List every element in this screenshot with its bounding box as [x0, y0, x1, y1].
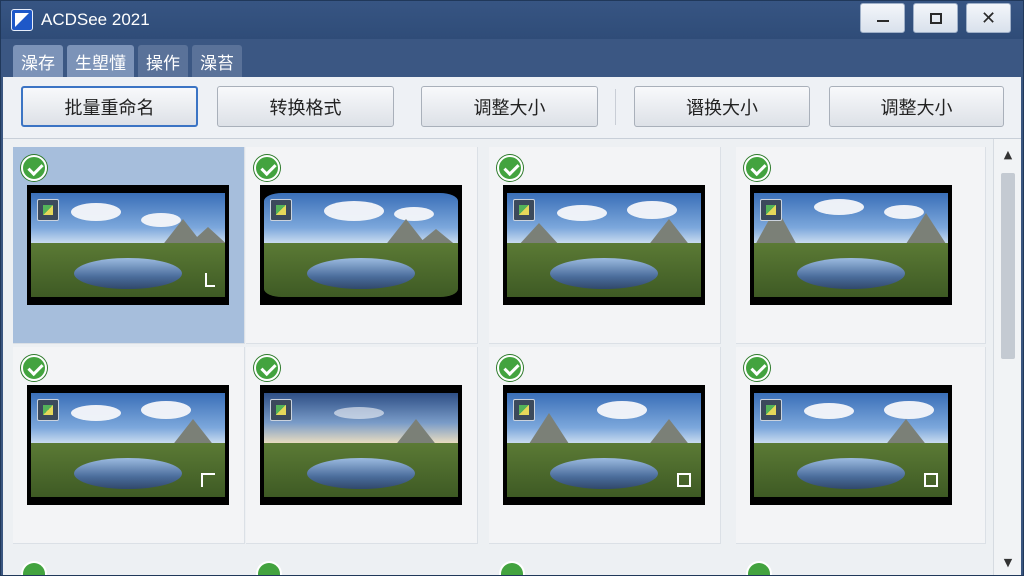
- toolbar: 批量重命名 转换格式 调整大小 谮换大小 调整大小: [3, 77, 1021, 139]
- thumbnail-image[interactable]: [260, 185, 462, 305]
- thumbnail-image[interactable]: [27, 385, 229, 505]
- thumbnail-image[interactable]: [27, 185, 229, 305]
- thumbnail-cell[interactable]: [246, 347, 478, 544]
- document-badge-icon: [760, 399, 782, 421]
- toolbar-separator: [615, 89, 616, 125]
- minimize-button[interactable]: [860, 3, 905, 33]
- cloud: [71, 203, 121, 221]
- thumbnail-cell[interactable]: [13, 147, 245, 344]
- window-controls: ✕: [860, 3, 1011, 33]
- scrollbar-thumb[interactable]: [1001, 173, 1015, 359]
- landscape-photo: [754, 393, 948, 497]
- thumbnail-cell[interactable]: [246, 147, 478, 344]
- landscape-photo: [507, 393, 701, 497]
- checkmark-icon[interactable]: [21, 561, 47, 575]
- frame-corner-icon: [924, 473, 938, 487]
- batch-rename-button[interactable]: 批量重命名: [21, 86, 198, 127]
- resize-button-2[interactable]: 谮换大小: [634, 86, 810, 127]
- edit-badge-icon: [37, 199, 59, 221]
- document-badge-icon: [270, 199, 292, 221]
- lake: [73, 457, 183, 489]
- checkmark-icon[interactable]: [254, 155, 280, 181]
- menu-tab-2[interactable]: 生塱懂: [67, 45, 134, 77]
- cloud: [814, 199, 864, 215]
- landscape-photo: [507, 193, 701, 297]
- cloud: [324, 201, 384, 221]
- close-button[interactable]: ✕: [966, 3, 1011, 33]
- scroll-up-arrow-icon[interactable]: ▲: [994, 143, 1021, 165]
- thumbnail-cell[interactable]: [736, 347, 986, 544]
- checkmark-icon[interactable]: [746, 561, 772, 575]
- lake: [549, 257, 659, 289]
- thumbnail-image[interactable]: [503, 185, 705, 305]
- thumbnail-cell[interactable]: [489, 147, 721, 344]
- frame-corner-icon: [677, 473, 691, 487]
- thumbnail-image[interactable]: [260, 385, 462, 505]
- thumbnail-cell[interactable]: [489, 347, 721, 544]
- lake: [73, 257, 183, 289]
- title-bar[interactable]: ACDSee 2021 ✕: [1, 1, 1023, 39]
- export-badge-icon: [37, 399, 59, 421]
- lake: [306, 257, 416, 289]
- thumbnail-image[interactable]: [750, 385, 952, 505]
- thumbnail-grid: ▲ ▼: [3, 139, 1021, 575]
- checkmark-icon[interactable]: [497, 155, 523, 181]
- checkmark-icon[interactable]: [499, 561, 525, 575]
- lake: [796, 257, 906, 289]
- resize-button[interactable]: 调整大小: [421, 86, 598, 127]
- crop-corner-icon: [205, 273, 215, 287]
- landscape-photo: [264, 393, 458, 497]
- cloud: [627, 201, 677, 219]
- menu-tab-1[interactable]: 澡存: [13, 45, 63, 77]
- landscape-photo: [264, 193, 458, 297]
- cloud: [884, 401, 934, 419]
- thumbnail-image[interactable]: [503, 385, 705, 505]
- cloud: [71, 405, 121, 421]
- crop-corner-icon: [201, 473, 215, 487]
- thumbnail-cell[interactable]: [736, 147, 986, 344]
- checkmark-icon[interactable]: [744, 355, 770, 381]
- close-icon: ✕: [980, 7, 997, 29]
- maximize-icon: [929, 12, 942, 24]
- app-window: ACDSee 2021 ✕ 澡存 生塱懂 操作 澡苔 批量重命名 转换格式 调整…: [0, 0, 1024, 576]
- checkmark-icon[interactable]: [21, 355, 47, 381]
- document-badge-icon: [760, 199, 782, 221]
- thumbnail-cell[interactable]: [13, 347, 245, 544]
- scroll-down-arrow-icon[interactable]: ▼: [994, 551, 1021, 573]
- checkmark-icon[interactable]: [744, 155, 770, 181]
- landscape-photo: [31, 193, 225, 297]
- frame-badge-icon: [270, 399, 292, 421]
- cloud: [141, 401, 191, 419]
- menu-tab-4[interactable]: 澡苔: [192, 45, 242, 77]
- window-title: ACDSee 2021: [41, 10, 150, 29]
- lake: [549, 457, 659, 489]
- lake: [796, 457, 906, 489]
- landscape-photo: [31, 393, 225, 497]
- resize-button-3[interactable]: 调整大小: [829, 86, 1004, 127]
- menu-bar: 澡存 生塱懂 操作 澡苔: [1, 39, 1023, 77]
- menu-tab-3[interactable]: 操作: [138, 45, 188, 77]
- thumbnail-image[interactable]: [750, 185, 952, 305]
- cloud: [597, 401, 647, 419]
- convert-format-button[interactable]: 转换格式: [217, 86, 394, 127]
- cloud: [557, 205, 607, 221]
- export-badge-icon: [513, 199, 535, 221]
- cloud: [334, 407, 384, 419]
- lake: [306, 457, 416, 489]
- minimize-icon: [876, 20, 889, 22]
- checkmark-icon[interactable]: [497, 355, 523, 381]
- export-badge-icon: [513, 399, 535, 421]
- checkmark-icon[interactable]: [256, 561, 282, 575]
- cloud: [804, 403, 854, 419]
- landscape-photo: [754, 193, 948, 297]
- vertical-scrollbar[interactable]: ▲ ▼: [993, 139, 1021, 575]
- acdsee-app-icon: [11, 9, 33, 31]
- maximize-button[interactable]: [913, 3, 958, 33]
- checkmark-icon[interactable]: [21, 155, 47, 181]
- checkmark-icon[interactable]: [254, 355, 280, 381]
